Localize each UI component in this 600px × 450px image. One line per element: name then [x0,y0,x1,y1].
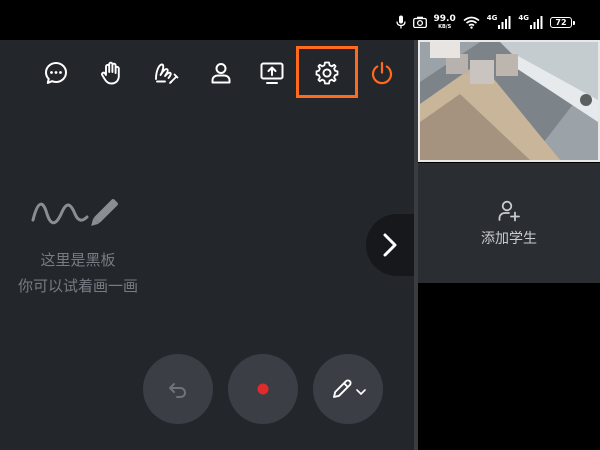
camera-icon [412,16,427,28]
exit-button[interactable] [367,58,397,88]
blackboard-hint: 这里是黑板 你可以试着画一画 [0,188,156,299]
battery-icon: 72 [550,16,575,28]
signal-icon [530,16,543,29]
add-user-icon [498,200,520,222]
gesture-icon [155,63,179,84]
power-icon [371,61,393,85]
undo-icon [169,383,187,398]
chevron-down-icon [356,389,366,395]
network-speed-unit: KB/S [438,23,452,30]
raise-hand-button[interactable] [96,58,126,88]
network-type-label: 4G [486,14,498,22]
signal-group-2: 4G [518,15,543,29]
blackboard-hint-line-2: 你可以试着画一画 [17,277,138,295]
screen-share-button[interactable] [257,58,287,88]
wifi-icon [463,16,480,29]
record-button[interactable] [228,354,298,424]
status-bar: 99.0 KB/S 4G 4G 72 [0,0,600,40]
undo-button[interactable] [143,354,213,424]
record-icon [257,383,269,395]
pen-icon [333,379,352,398]
battery-level: 72 [555,17,567,27]
settings-icon [315,61,339,85]
blackboard-hint-line-1: 这里是黑板 [40,251,116,269]
add-student-label: 添加学生 [481,231,537,247]
expand-panel-button[interactable] [366,214,420,276]
add-student-button[interactable]: 添加学生 [418,163,600,283]
chat-button[interactable] [41,58,71,88]
gesture-button[interactable] [151,58,181,88]
teacher-video-tile[interactable] [418,40,600,162]
pen-tool-button[interactable] [313,354,383,424]
signal-icon [498,16,511,29]
screen-share-icon [260,62,284,84]
status-icons: 99.0 KB/S 4G 4G 72 [395,13,575,31]
raise-hand-icon [101,61,120,85]
microphone-icon [395,15,406,29]
user-icon [211,63,231,84]
network-speed-value: 99.0 [433,13,456,24]
chat-icon [45,62,67,84]
network-type-label: 4G [518,14,529,22]
settings-button[interactable] [312,58,342,88]
profile-button[interactable] [206,58,236,88]
network-speed: 99.0 KB/S [433,13,456,30]
empty-panel-area [418,283,600,450]
camera-feed-image [420,42,598,160]
signal-group-1: 4G [487,15,512,29]
chevron-right-icon [383,233,397,257]
